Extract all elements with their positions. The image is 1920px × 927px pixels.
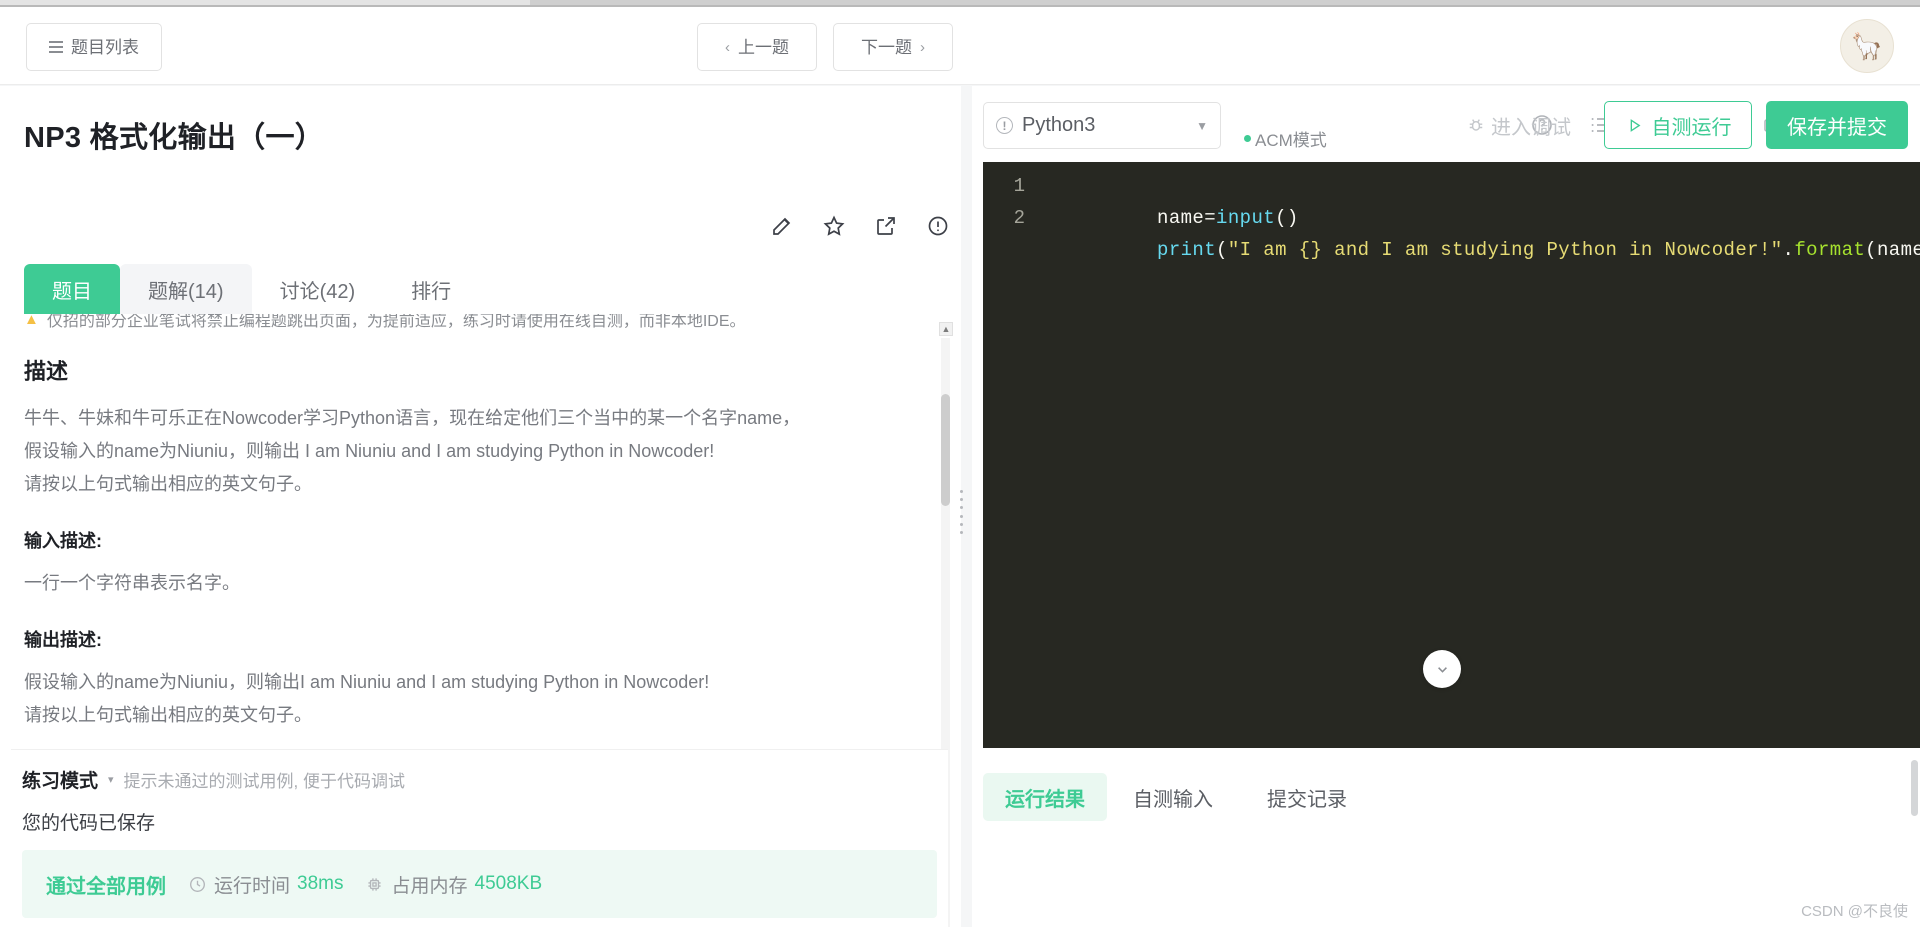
edit-icon[interactable]	[770, 214, 794, 238]
tab-custom-input[interactable]: 自测输入	[1111, 773, 1235, 821]
verdict-box: 通过全部用例 运行时间 38ms 占用内存 4508KB	[22, 850, 937, 918]
output-description-line-1: 假设输入的name为Niuniu，则输出I am Niuniu and I am…	[24, 672, 710, 692]
browser-chrome-strip	[0, 0, 1920, 7]
warning-triangle-icon: ▲	[24, 314, 39, 328]
warning-banner: ▲ 仅招的部分企业笔试将禁止编程题跳出页面，为提前适应，练习时请使用在线自测，而…	[0, 314, 961, 340]
enter-debug-label: 进入调试	[1491, 116, 1571, 139]
bug-icon	[1469, 119, 1483, 131]
play-icon	[1630, 118, 1640, 132]
language-select[interactable]: ! Python3 ▼	[983, 102, 1221, 149]
memory-label: 占用内存	[391, 875, 468, 897]
memory-stat: 占用内存 4508KB	[365, 871, 542, 898]
tab-solutions[interactable]: 题解(14)	[120, 264, 252, 314]
chevron-down-icon: ▼	[1196, 118, 1208, 133]
code-token: .	[1782, 239, 1795, 261]
list-icon	[49, 41, 63, 53]
editor-bottom-bar: 运行结果 自测输入 提交记录	[983, 759, 1920, 835]
question-list-button[interactable]: 题目列表	[26, 23, 162, 71]
code-token: (	[1216, 239, 1228, 261]
question-action-icons	[770, 214, 950, 238]
enter-debug-button: 进入调试	[1466, 101, 1571, 149]
tab-question[interactable]: 题目	[24, 264, 120, 314]
language-select-value: Python3	[1022, 114, 1096, 136]
scroll-up-button[interactable]: ▲	[939, 322, 953, 336]
runtime-stat: 运行时间 38ms	[188, 871, 343, 898]
tab-submission-records[interactable]: 提交记录	[1245, 773, 1369, 821]
code-line-content: print("I am {} and I am studying Python …	[1039, 202, 1920, 298]
clock-icon	[190, 876, 205, 892]
chevron-down-icon	[1437, 666, 1447, 673]
watermark: CSDN @不良使	[1801, 903, 1908, 920]
input-description-text: 一行一个字符串表示名字。	[24, 573, 240, 593]
save-and-submit-label: 保存并提交	[1787, 116, 1887, 139]
question-tabs: 题目 题解(14) 讨论(42) 排行	[24, 264, 479, 314]
description-line-1: 牛牛、牛妹和牛可乐正在Nowcoder学习Python语言，现在给定他们三个当中…	[24, 408, 801, 428]
practice-mode-selector[interactable]: 练习模式	[22, 766, 98, 793]
warning-circle-icon: !	[996, 117, 1013, 134]
description-heading: 描述	[24, 359, 69, 384]
panel-splitter[interactable]	[957, 490, 965, 534]
info-icon[interactable]	[926, 214, 950, 238]
chevron-right-icon: ›	[920, 38, 925, 56]
previous-question-label: 上一题	[738, 37, 789, 57]
code-token: (name))	[1865, 239, 1920, 261]
result-scrollbar[interactable]	[1911, 756, 1918, 920]
tab-run-result-label: 运行结果	[1005, 788, 1085, 811]
warning-text: 仅招的部分企业笔试将禁止编程题跳出页面，为提前适应，练习时请使用在线自测，而非本…	[46, 314, 746, 330]
line-number: 1	[1013, 175, 1025, 197]
verdict-status: 通过全部用例	[46, 875, 166, 898]
tab-run-result[interactable]: 运行结果	[983, 773, 1107, 821]
code-token: format	[1794, 239, 1866, 261]
tab-ranking-label: 排行	[411, 280, 452, 303]
input-description-heading: 输入描述:	[24, 531, 102, 551]
result-pane: 练习模式 ▾ 提示未通过的测试用例, 便于代码调试 您的代码已保存 通过全部用例…	[11, 749, 948, 927]
tab-solutions-label: 题解(14)	[148, 280, 224, 303]
output-description-line-2: 请按以上句式输出相应的英文句子。	[24, 705, 312, 725]
tab-submission-records-label: 提交记录	[1267, 788, 1347, 811]
chevron-left-icon: ‹	[725, 38, 730, 56]
code-saved-message: 您的代码已保存	[22, 813, 156, 834]
save-and-submit-button[interactable]: 保存并提交	[1766, 101, 1908, 149]
practice-mode-row: 练习模式 ▾ 提示未通过的测试用例, 便于代码调试	[22, 766, 405, 793]
avatar-glyph: 🦙	[1850, 30, 1884, 61]
description-line-3: 请按以上句式输出相应的英文句子。	[24, 474, 312, 494]
run-test-button[interactable]: 自测运行	[1604, 101, 1752, 149]
chevron-down-icon[interactable]: ▾	[108, 773, 114, 786]
runtime-value: 38ms	[297, 873, 344, 894]
scrollbar-thumb[interactable]	[941, 394, 950, 506]
previous-question-button[interactable]: ‹ 上一题	[697, 23, 817, 71]
practice-mode-hint: 提示未通过的测试用例, 便于代码调试	[123, 772, 405, 791]
top-navigation-bar: 题目列表 ‹ 上一题 下一题 › 🦙	[0, 7, 1920, 85]
code-panel: ! Python3 ▼ 1 name=input() 2 print("I am…	[972, 86, 1920, 927]
code-token: "I am {} and I am studying Python in Now…	[1227, 239, 1783, 261]
output-description-heading: 输出描述:	[24, 630, 102, 650]
memory-value: 4508KB	[474, 873, 543, 894]
tab-ranking[interactable]: 排行	[383, 264, 479, 314]
page-root: 题目列表 ‹ 上一题 下一题 › 🦙 NP3 格式化输出（一） 题目 题解(14…	[0, 0, 1920, 927]
chip-icon	[368, 877, 382, 891]
next-question-button[interactable]: 下一题 ›	[833, 23, 953, 71]
runtime-label: 运行时间	[214, 875, 291, 897]
acm-mode-label: ACM模式	[1255, 131, 1327, 150]
code-line: 1 name=input()	[983, 170, 1920, 229]
tab-custom-input-label: 自测输入	[1133, 788, 1213, 811]
line-number: 2	[1013, 207, 1025, 229]
star-icon[interactable]	[822, 214, 846, 238]
tab-discussion-label: 讨论(42)	[279, 280, 356, 303]
run-test-label: 自测运行	[1651, 116, 1732, 139]
acm-mode-dot-icon	[1244, 135, 1251, 142]
tab-question-label: 题目	[52, 280, 92, 303]
next-question-label: 下一题	[861, 37, 912, 57]
acm-mode-toggle[interactable]: ACM模式	[1244, 126, 1327, 151]
collapse-editor-button[interactable]	[1423, 650, 1461, 688]
question-list-label: 题目列表	[71, 37, 139, 57]
code-token: print	[1157, 239, 1217, 261]
description-line-2: 假设输入的name为Niuniu，则输出 I am Niuniu and I a…	[24, 441, 715, 461]
page-title: NP3 格式化输出（一）	[24, 122, 325, 154]
result-scrollbar-thumb[interactable]	[1911, 760, 1918, 816]
code-line: 2 print("I am {} and I am studying Pytho…	[983, 202, 1920, 261]
external-link-icon[interactable]	[874, 214, 898, 238]
tab-discussion[interactable]: 讨论(42)	[252, 264, 384, 314]
avatar[interactable]: 🦙	[1840, 19, 1894, 73]
